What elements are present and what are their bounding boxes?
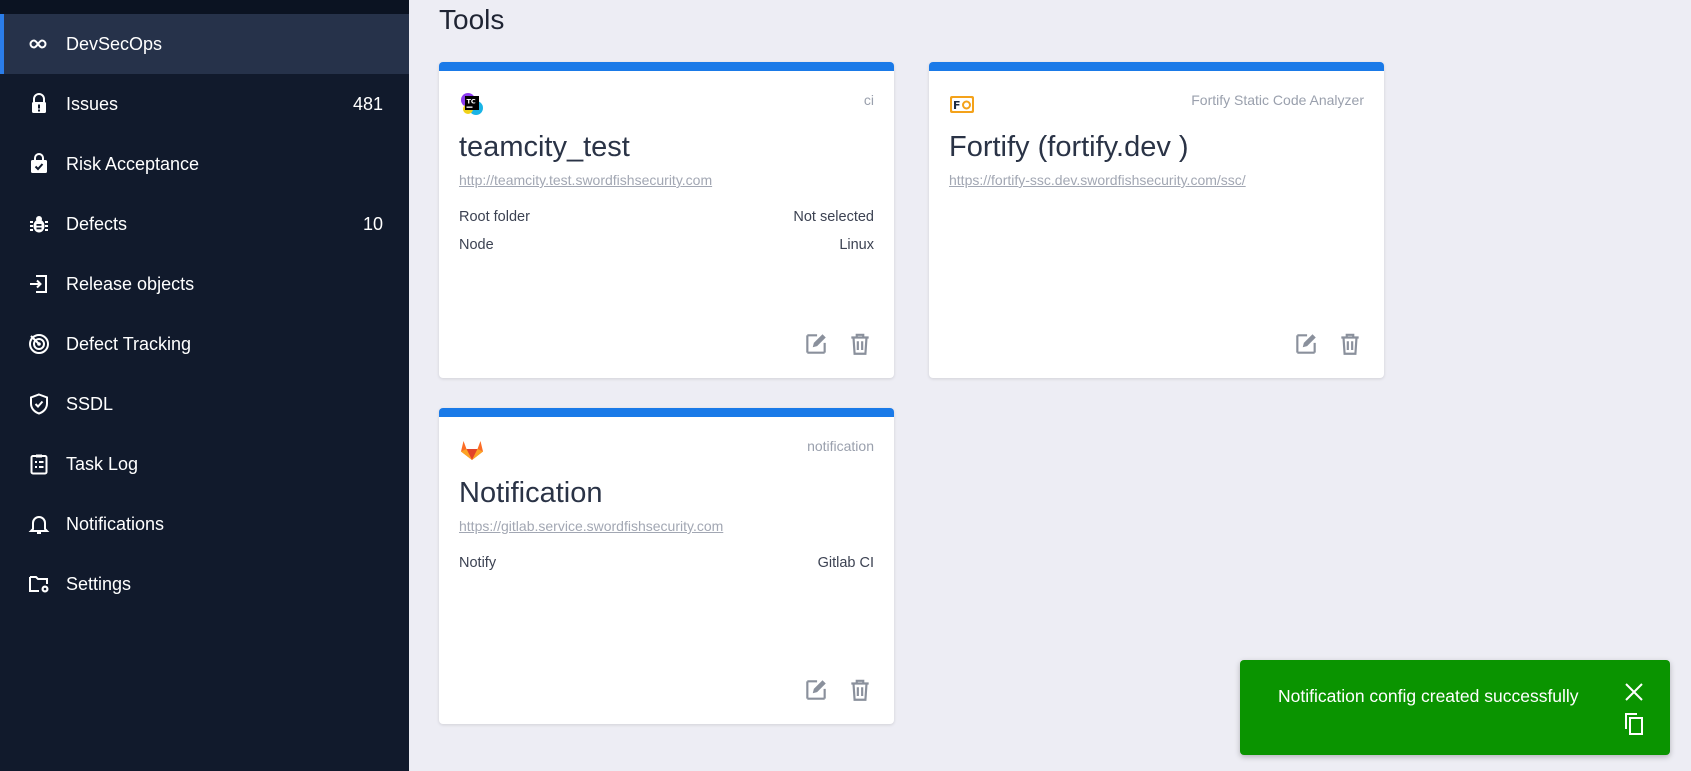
gitlab-logo-icon: [459, 437, 485, 463]
sidebar-item-label: Task Log: [66, 453, 139, 474]
page-title: Tools: [439, 4, 505, 35]
property-value: Gitlab CI: [817, 555, 874, 571]
login-box-icon: [26, 271, 52, 297]
tool-url-link[interactable]: http://teamcity.test.swordfishsecurity.c…: [459, 172, 712, 188]
property-row: Root folder Not selected: [459, 209, 874, 237]
edit-button[interactable]: [1292, 330, 1320, 358]
edit-icon: [806, 680, 826, 700]
shopping-bag-check-icon: [26, 151, 52, 177]
property-value: Not selected: [793, 209, 874, 225]
tool-properties: Notify Gitlab CI: [459, 555, 874, 583]
tool-card-fortify: F Fortify Static Code Analyzer Fortify (…: [929, 62, 1384, 378]
sidebar-item-label: Defect Tracking: [66, 333, 192, 354]
tool-type-label: ci: [863, 92, 874, 108]
tool-card-teamcity: TC ci teamcity_test http://teamcity.test…: [439, 62, 894, 378]
trash-icon: [1341, 333, 1359, 355]
sidebar-item-label: Risk Acceptance: [66, 153, 200, 174]
property-label: Notify: [459, 555, 497, 571]
edit-icon: [806, 334, 826, 354]
sidebar-item-label: Settings: [66, 573, 132, 594]
sidebar-item-release-objects[interactable]: Release objects: [0, 254, 409, 314]
edit-icon: [1296, 334, 1316, 354]
sidebar-item-defects[interactable]: Defects 10: [0, 194, 409, 254]
fortify-logo-icon: F: [949, 91, 975, 117]
sidebar-item-task-log[interactable]: Task Log: [0, 434, 409, 494]
sidebar-item-label: SSDL: [66, 393, 114, 414]
card-actions: [802, 676, 874, 704]
card-actions: [1292, 330, 1364, 358]
main-content: Tools TC ci teamcity_test http://teamcit…: [409, 0, 1691, 771]
tool-type-label: notification: [807, 438, 874, 454]
tool-type-label: Fortify Static Code Analyzer: [1191, 92, 1364, 108]
tool-properties: Root folder Not selected Node Linux: [459, 209, 874, 265]
sidebar-top-bar: [0, 0, 409, 14]
edit-button[interactable]: [802, 330, 830, 358]
toast-message: Notification config created successfully: [1278, 686, 1579, 706]
property-row: Notify Gitlab CI: [459, 555, 874, 583]
success-toast: Notification config created successfully: [1240, 660, 1670, 755]
close-icon: [1625, 683, 1643, 701]
delete-button[interactable]: [1336, 330, 1364, 358]
issues-count-badge: 481: [352, 93, 383, 114]
property-label: Node: [459, 237, 494, 253]
tool-card-notification: notification Notification https://gitlab…: [439, 408, 894, 724]
sidebar-item-notifications[interactable]: Notifications: [0, 494, 409, 554]
sidebar-item-devsecops[interactable]: DevSecOps: [0, 14, 409, 74]
edit-button[interactable]: [802, 676, 830, 704]
sidebar-item-label: Issues: [66, 93, 119, 114]
sidebar-nav: DevSecOps Issues 481 Risk Acceptance Def…: [0, 14, 409, 614]
teamcity-logo-icon: TC: [459, 91, 485, 117]
svg-text:TC: TC: [467, 98, 476, 106]
trash-icon: [851, 333, 869, 355]
clipboard-list-icon: [26, 451, 52, 477]
property-value: Linux: [839, 237, 874, 253]
sidebar-item-settings[interactable]: Settings: [0, 554, 409, 614]
copy-button[interactable]: [1622, 711, 1646, 737]
sidebar-item-label: Release objects: [66, 273, 195, 294]
tool-title: Notification: [459, 477, 603, 509]
delete-button[interactable]: [846, 330, 874, 358]
sidebar-item-risk-acceptance[interactable]: Risk Acceptance: [0, 134, 409, 194]
delete-button[interactable]: [846, 676, 874, 704]
property-row: Node Linux: [459, 237, 874, 265]
sidebar-item-label: DevSecOps: [66, 33, 163, 54]
tool-title: Fortify (fortify.dev ): [949, 131, 1189, 163]
card-actions: [802, 330, 874, 358]
svg-text:F: F: [953, 99, 961, 112]
radar-icon: [26, 331, 52, 357]
sidebar-item-ssdl[interactable]: SSDL: [0, 374, 409, 434]
trash-icon: [851, 679, 869, 701]
lock-alert-icon: [26, 91, 52, 117]
sidebar-item-issues[interactable]: Issues 481: [0, 74, 409, 134]
folder-cog-icon: [26, 571, 52, 597]
bug-icon: [26, 211, 52, 237]
tool-url-link[interactable]: https://fortify-ssc.dev.swordfishsecurit…: [949, 172, 1246, 188]
sidebar: DevSecOps Issues 481 Risk Acceptance Def…: [0, 0, 409, 771]
sidebar-item-label: Notifications: [66, 513, 165, 534]
defects-count-badge: 10: [362, 213, 383, 234]
copy-icon: [1625, 713, 1643, 735]
bell-icon: [26, 511, 52, 537]
sidebar-item-defect-tracking[interactable]: Defect Tracking: [0, 314, 409, 374]
tool-title: teamcity_test: [459, 131, 630, 163]
close-button[interactable]: [1622, 680, 1646, 704]
sidebar-item-label: Defects: [66, 213, 128, 234]
infinity-icon: [26, 31, 52, 57]
property-label: Root folder: [459, 209, 530, 225]
tool-url-link[interactable]: https://gitlab.service.swordfishsecurity…: [459, 518, 723, 534]
shield-check-icon: [26, 391, 52, 417]
